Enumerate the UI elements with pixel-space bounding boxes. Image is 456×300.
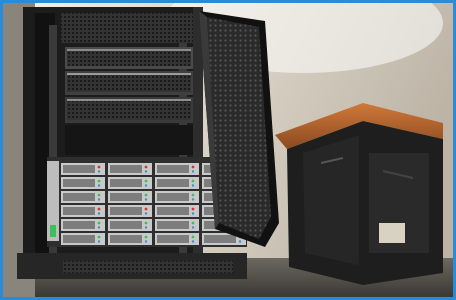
upper-server-3 [65,97,193,123]
drive-bay [61,219,105,231]
drive-bay [155,163,199,175]
wall-cabinet [275,103,443,285]
drive-bay [155,219,199,231]
drive-bay [155,233,199,245]
drive-bay [61,205,105,217]
drive-bay [155,205,199,217]
photo-frame [0,0,456,300]
drive-bay [108,205,152,217]
drive-bay [61,233,105,245]
empty-rack-space [65,125,193,155]
drive-bay [61,177,105,189]
server-rack-photo [3,3,453,297]
drive-bay [155,191,199,203]
drive-bay [108,191,152,203]
drive-bay [61,163,105,175]
drive-bay [108,163,152,175]
drive-bay [108,233,152,245]
drive-bay [108,219,152,231]
upper-server-1 [65,47,193,69]
rack-base-vent [63,261,233,273]
drive-bay [155,177,199,189]
upper-server-2 [65,71,193,95]
top-vent-panel [61,13,193,43]
drive-bay [61,191,105,203]
drive-bay [108,177,152,189]
